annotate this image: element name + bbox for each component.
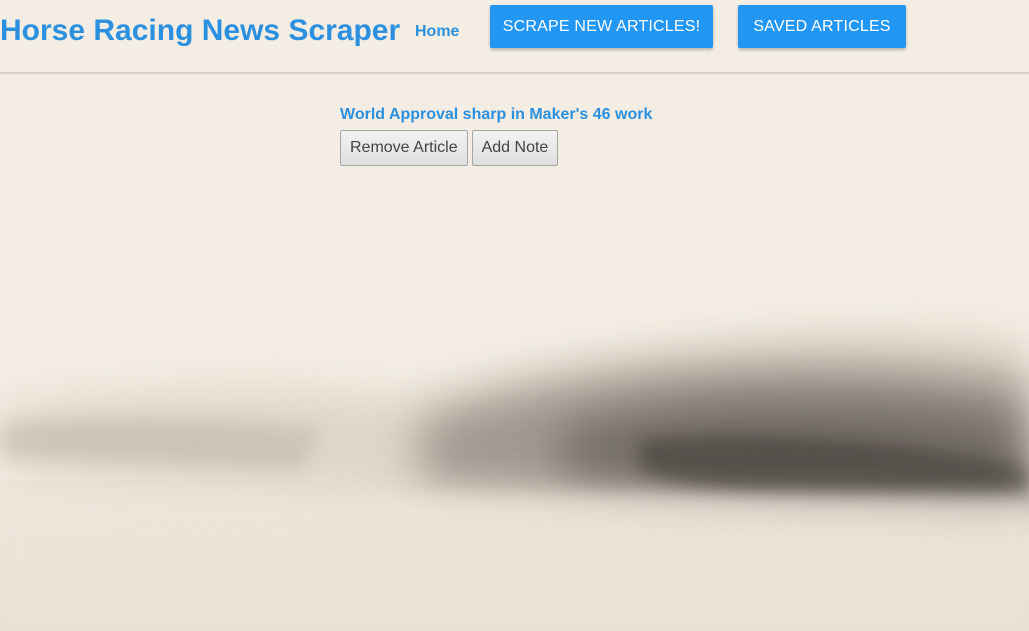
article-title-link[interactable]: World Approval sharp in Maker's 46 work xyxy=(340,105,652,125)
nav-home-link[interactable]: Home xyxy=(415,22,459,42)
saved-articles-button[interactable]: SAVED ARTICLES xyxy=(738,5,906,48)
saved-article-item: World Approval sharp in Maker's 46 work … xyxy=(340,105,652,166)
scrape-articles-button[interactable]: SCRAPE NEW ARTICLES! xyxy=(490,5,713,48)
add-note-button[interactable]: Add Note xyxy=(471,130,559,166)
site-title[interactable]: Horse Racing News Scraper xyxy=(0,13,400,49)
background-image xyxy=(0,333,1029,631)
article-actions: Remove Article Add Note xyxy=(340,130,652,166)
navbar: Horse Racing News Scraper Home SCRAPE NE… xyxy=(0,0,1029,73)
remove-article-button[interactable]: Remove Article xyxy=(340,130,468,166)
